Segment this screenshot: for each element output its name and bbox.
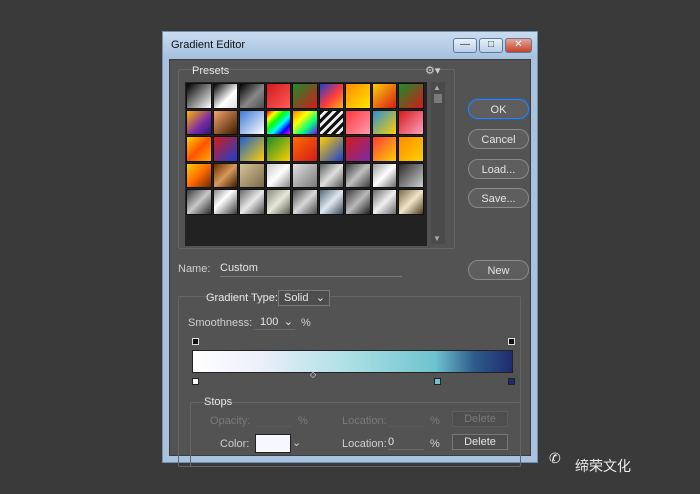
opacity-label: Opacity: bbox=[210, 415, 251, 427]
gradient-bar[interactable] bbox=[192, 350, 513, 373]
minimize-button[interactable]: — bbox=[453, 38, 477, 53]
load-button[interactable]: Load... bbox=[468, 159, 529, 179]
presets-scrollbar[interactable]: ▲ ▼ bbox=[431, 82, 445, 244]
preset-swatch[interactable] bbox=[318, 109, 344, 135]
gradient-type-value: Solid bbox=[284, 292, 309, 304]
color-stop-1[interactable] bbox=[192, 378, 199, 385]
color-stop-2[interactable] bbox=[434, 378, 441, 385]
color-location-label: Location: bbox=[342, 438, 387, 450]
midpoint-diamond-icon[interactable]: ◇ bbox=[310, 370, 316, 379]
opacity-stop-right[interactable] bbox=[508, 338, 515, 345]
preset-swatch[interactable] bbox=[398, 136, 424, 162]
preset-swatch[interactable] bbox=[265, 109, 291, 135]
opacity-location-input[interactable] bbox=[388, 412, 424, 427]
preset-swatch[interactable] bbox=[239, 136, 265, 162]
preset-swatch[interactable] bbox=[239, 83, 265, 109]
preset-swatch[interactable] bbox=[318, 189, 344, 215]
preset-grid bbox=[185, 82, 427, 246]
preset-swatch[interactable] bbox=[186, 189, 212, 215]
stops-label: Stops bbox=[204, 396, 233, 408]
preset-swatch[interactable] bbox=[345, 83, 371, 109]
preset-swatch[interactable] bbox=[398, 162, 424, 188]
window-title: Gradient Editor bbox=[171, 39, 245, 51]
close-button[interactable]: ✕ bbox=[505, 38, 532, 53]
preset-swatch[interactable] bbox=[318, 162, 344, 188]
preset-swatch[interactable] bbox=[318, 83, 344, 109]
cancel-button[interactable]: Cancel bbox=[468, 129, 529, 149]
preset-swatch[interactable] bbox=[292, 109, 318, 135]
opacity-location-label: Location: bbox=[342, 415, 387, 427]
preset-swatch[interactable] bbox=[186, 136, 212, 162]
preset-swatch[interactable] bbox=[345, 109, 371, 135]
title-bar[interactable]: Gradient Editor — □ ✕ bbox=[163, 32, 537, 58]
maximize-button[interactable]: □ bbox=[479, 38, 503, 53]
preset-swatch[interactable] bbox=[398, 83, 424, 109]
preset-swatch[interactable] bbox=[239, 189, 265, 215]
preset-swatch[interactable] bbox=[345, 189, 371, 215]
chevron-down-icon: ⌄ bbox=[283, 316, 293, 328]
watermark-text: 缔荣文化 bbox=[575, 458, 631, 474]
opacity-unit: % bbox=[298, 415, 308, 427]
preset-swatch[interactable] bbox=[345, 162, 371, 188]
wechat-icon: ✆ bbox=[549, 450, 561, 466]
preset-swatch[interactable] bbox=[186, 162, 212, 188]
color-stop-3[interactable] bbox=[508, 378, 515, 385]
presets-label: Presets bbox=[192, 65, 230, 77]
opacity-input[interactable] bbox=[256, 412, 292, 427]
preset-swatch[interactable] bbox=[292, 162, 318, 188]
smoothness-label: Smoothness: bbox=[188, 317, 253, 329]
gradient-type-label: Gradient Type: bbox=[206, 292, 278, 304]
smoothness-unit: % bbox=[301, 317, 311, 329]
preset-swatch[interactable] bbox=[292, 83, 318, 109]
dialog-body: Presets ⚙▾ ▲ ▼ OK Cancel Load... Save...… bbox=[169, 59, 531, 467]
name-label: Name: bbox=[178, 263, 211, 275]
preset-swatch[interactable] bbox=[239, 109, 265, 135]
chevron-down-icon[interactable]: ⌄ bbox=[292, 436, 301, 449]
scroll-down-icon[interactable]: ▼ bbox=[433, 234, 441, 243]
color-location-unit: % bbox=[430, 438, 440, 450]
preset-swatch[interactable] bbox=[212, 189, 238, 215]
preset-swatch[interactable] bbox=[265, 189, 291, 215]
color-swatch[interactable] bbox=[255, 434, 291, 453]
smoothness-value: 100 bbox=[260, 316, 279, 328]
preset-swatch[interactable] bbox=[292, 136, 318, 162]
preset-swatch[interactable] bbox=[318, 136, 344, 162]
preset-swatch[interactable] bbox=[371, 83, 397, 109]
gear-icon[interactable]: ⚙▾ bbox=[425, 64, 440, 77]
preset-swatch[interactable] bbox=[265, 83, 291, 109]
preset-swatch[interactable] bbox=[398, 189, 424, 215]
preset-swatch[interactable] bbox=[345, 136, 371, 162]
color-label: Color: bbox=[220, 438, 250, 450]
gradient-type-select[interactable]: Solid ⌄ bbox=[278, 290, 330, 306]
new-button[interactable]: New bbox=[468, 260, 529, 280]
preset-swatch[interactable] bbox=[186, 109, 212, 135]
scroll-thumb[interactable] bbox=[434, 94, 442, 103]
preset-swatch[interactable] bbox=[292, 189, 318, 215]
preset-swatch[interactable] bbox=[371, 189, 397, 215]
name-input[interactable]: Custom bbox=[220, 259, 402, 277]
save-button[interactable]: Save... bbox=[468, 188, 529, 208]
chevron-down-icon: ⌄ bbox=[315, 292, 325, 304]
preset-swatch[interactable] bbox=[371, 109, 397, 135]
preset-swatch[interactable] bbox=[265, 136, 291, 162]
preset-swatch[interactable] bbox=[371, 162, 397, 188]
preset-swatch[interactable] bbox=[212, 109, 238, 135]
opacity-delete-button[interactable]: Delete bbox=[452, 411, 508, 427]
preset-swatch[interactable] bbox=[398, 109, 424, 135]
preset-swatch[interactable] bbox=[186, 83, 212, 109]
preset-swatch[interactable] bbox=[239, 162, 265, 188]
preset-swatch[interactable] bbox=[212, 83, 238, 109]
preset-swatch[interactable] bbox=[265, 162, 291, 188]
scroll-up-icon[interactable]: ▲ bbox=[433, 83, 441, 92]
preset-swatch[interactable] bbox=[212, 136, 238, 162]
opacity-location-unit: % bbox=[430, 415, 440, 427]
gradient-editor-window: Gradient Editor — □ ✕ Presets ⚙▾ ▲ ▼ OK … bbox=[162, 31, 538, 467]
ok-button[interactable]: OK bbox=[468, 99, 529, 119]
preset-swatch[interactable] bbox=[371, 136, 397, 162]
color-location-input[interactable]: 0 bbox=[388, 435, 424, 450]
color-delete-button[interactable]: Delete bbox=[452, 434, 508, 450]
opacity-stop-left[interactable] bbox=[192, 338, 199, 345]
preset-swatch[interactable] bbox=[212, 162, 238, 188]
smoothness-input[interactable]: 100 ⌄ bbox=[254, 314, 296, 330]
